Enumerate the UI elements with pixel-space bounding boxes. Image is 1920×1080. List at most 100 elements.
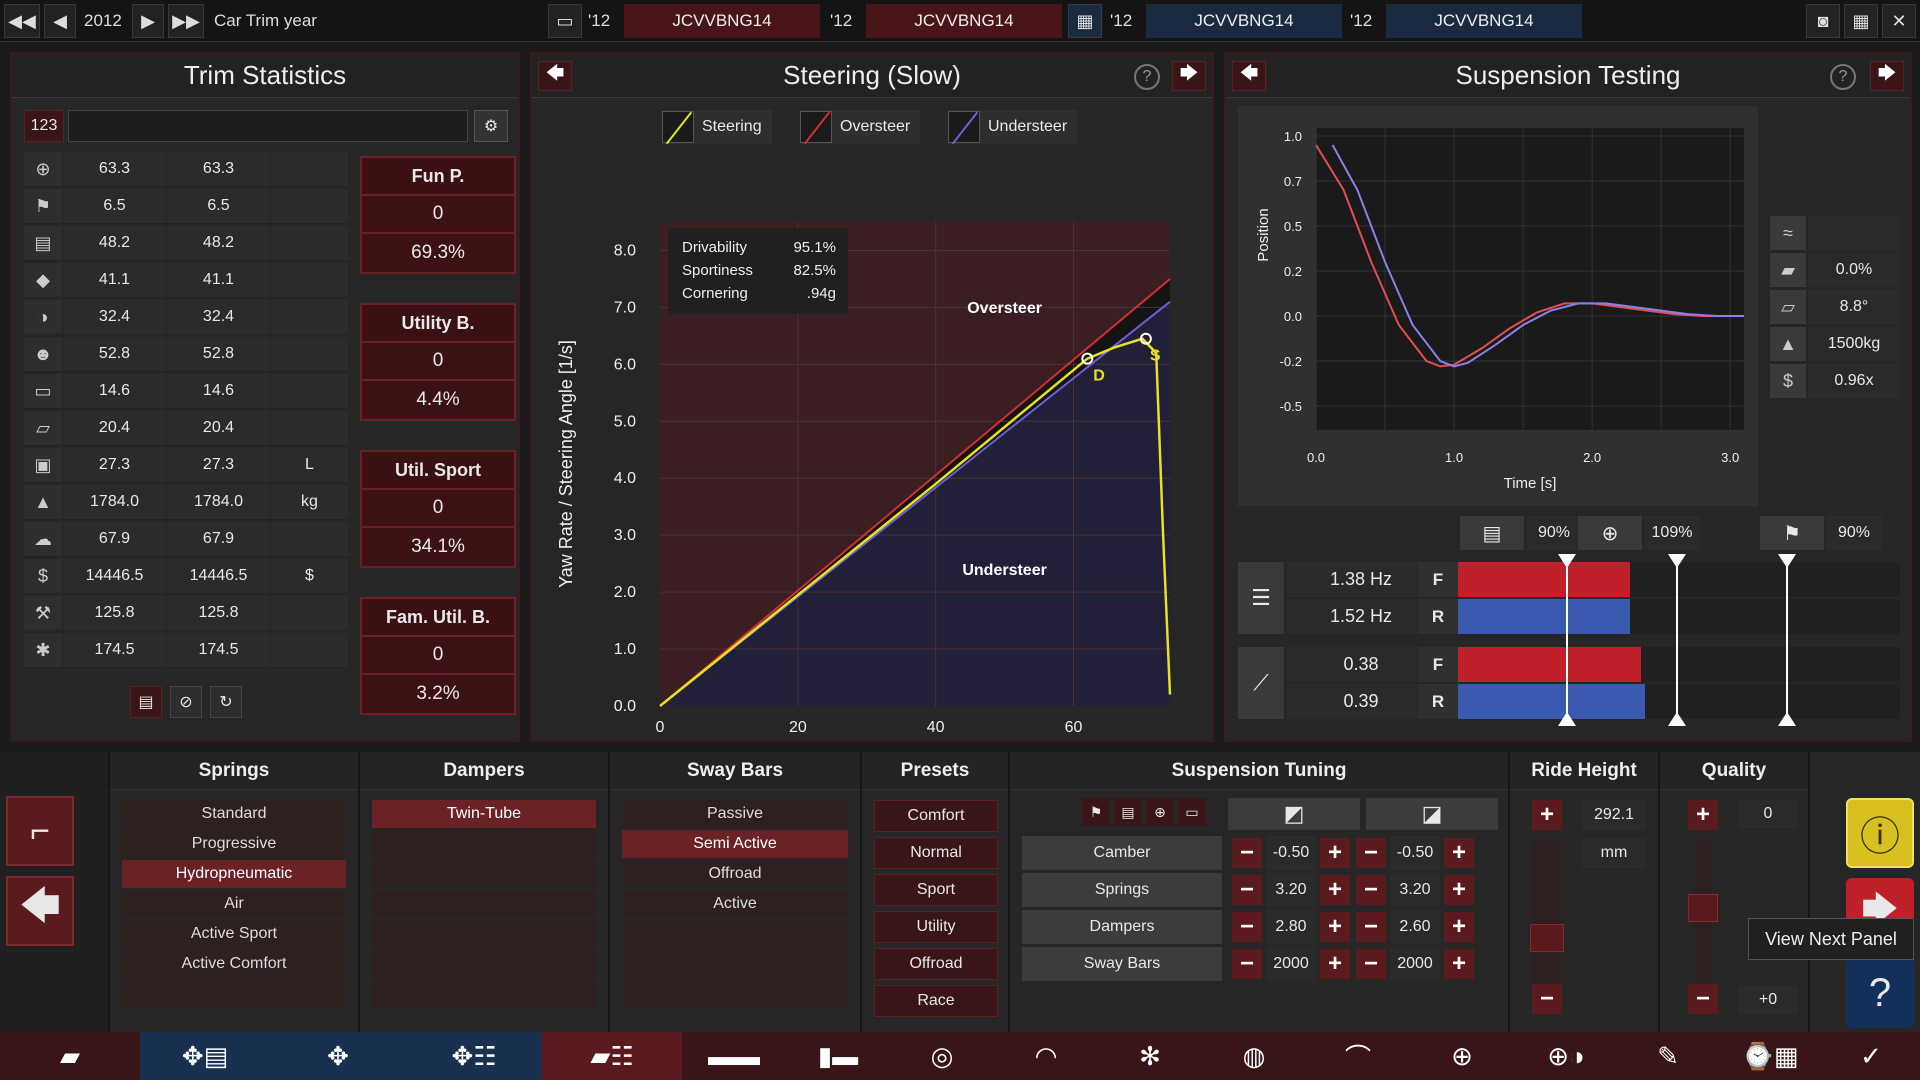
- rims-tab[interactable]: ✻: [1098, 1032, 1202, 1080]
- engine-icon[interactable]: ▦: [1068, 4, 1102, 38]
- rear-decrease-button[interactable]: −: [1356, 838, 1386, 868]
- safety-tab[interactable]: ⊕◑: [1514, 1032, 1618, 1080]
- springs-option[interactable]: Progressive: [122, 830, 346, 858]
- first-year-button[interactable]: ◀◀: [4, 4, 40, 38]
- suspension-geometry-icon[interactable]: ⌐: [6, 796, 74, 866]
- rear-increase-button[interactable]: +: [1444, 949, 1474, 979]
- front-increase-button[interactable]: +: [1320, 875, 1350, 905]
- preset-button[interactable]: Comfort: [874, 800, 998, 832]
- front-decrease-button[interactable]: −: [1232, 912, 1262, 942]
- next-panel-button[interactable]: 🡆: [1870, 61, 1904, 91]
- swaybars-option[interactable]: Offroad: [622, 860, 848, 888]
- dampers-option[interactable]: Twin-Tube: [372, 800, 596, 828]
- notes-icon[interactable]: ▤: [130, 686, 162, 718]
- ride-height-slider[interactable]: [1532, 838, 1562, 998]
- slot-code-3[interactable]: JCVVBNG14: [1146, 4, 1342, 38]
- rear-decrease-button[interactable]: −: [1356, 949, 1386, 979]
- springs-option[interactable]: Standard: [122, 800, 346, 828]
- help-icon[interactable]: ?: [1846, 958, 1914, 1028]
- rear-increase-button[interactable]: +: [1444, 838, 1474, 868]
- brakes-tab[interactable]: ◎: [890, 1032, 994, 1080]
- race-flag-icon[interactable]: ⚑: [1082, 798, 1110, 826]
- drivetrain-tab[interactable]: ▬▬: [682, 1032, 786, 1080]
- preset-button[interactable]: Race: [874, 985, 998, 1017]
- stat-unit: [270, 522, 348, 557]
- engine-tuning-tab[interactable]: ✥☷: [406, 1032, 542, 1080]
- front-decrease-button[interactable]: −: [1232, 838, 1262, 868]
- reset-icon[interactable]: ↻: [210, 686, 242, 718]
- aero-tab[interactable]: ⌒: [1306, 1032, 1410, 1080]
- gearbox-tab[interactable]: ▮▬: [786, 1032, 890, 1080]
- wheels-tab[interactable]: ◠: [994, 1032, 1098, 1080]
- market-card[interactable]: Fun P. 0 69.3%: [360, 156, 516, 274]
- filter-number-tag[interactable]: 123: [24, 110, 64, 142]
- back-arrow-icon[interactable]: 🡄: [6, 876, 74, 946]
- car-model-icon[interactable]: ▭: [548, 4, 582, 38]
- front-decrease-button[interactable]: −: [1232, 949, 1262, 979]
- prev-panel-button[interactable]: 🡄: [1232, 61, 1266, 91]
- front-increase-button[interactable]: +: [1320, 949, 1350, 979]
- ride-height-increase-button[interactable]: +: [1532, 800, 1562, 830]
- slot-code-2[interactable]: JCVVBNG14: [866, 4, 1062, 38]
- race-flag-icon[interactable]: ⚑: [1760, 516, 1824, 550]
- springs-option[interactable]: Active Sport: [122, 920, 346, 948]
- quality-increase-button[interactable]: +: [1688, 800, 1718, 830]
- next-panel-button[interactable]: 🡆: [1172, 61, 1206, 91]
- steering-wheel-icon[interactable]: ⊕: [1146, 798, 1174, 826]
- interior-tab[interactable]: ⊕: [1410, 1032, 1514, 1080]
- preset-button[interactable]: Sport: [874, 874, 998, 906]
- finish-tab[interactable]: ✓: [1822, 1032, 1920, 1080]
- swaybars-option[interactable]: Active: [622, 890, 848, 918]
- tyres-tab[interactable]: ◍: [1202, 1032, 1306, 1080]
- swaybars-option[interactable]: Semi Active: [622, 830, 848, 858]
- preset-button[interactable]: Normal: [874, 837, 998, 869]
- preset-button[interactable]: Utility: [874, 911, 998, 943]
- springs-option[interactable]: Active Comfort: [122, 950, 346, 978]
- prev-panel-button[interactable]: 🡄: [538, 61, 572, 91]
- front-decrease-button[interactable]: −: [1232, 875, 1262, 905]
- swaybars-option[interactable]: Passive: [622, 800, 848, 828]
- paint-tab[interactable]: ✎: [1618, 1032, 1718, 1080]
- front-increase-button[interactable]: +: [1320, 838, 1350, 868]
- car-body-tab[interactable]: ▰: [0, 1032, 140, 1080]
- rear-decrease-button[interactable]: −: [1356, 875, 1386, 905]
- seat-icon[interactable]: ▤: [1114, 798, 1142, 826]
- search-input[interactable]: [68, 110, 468, 142]
- quality-slider-handle[interactable]: [1688, 894, 1718, 922]
- next-year-button[interactable]: ▶: [132, 4, 164, 38]
- last-year-button[interactable]: ▶▶: [168, 4, 204, 38]
- ride-height-slider-handle[interactable]: [1530, 924, 1564, 952]
- car-filter-icon[interactable]: ⚙: [474, 110, 508, 142]
- engine-parts-tab[interactable]: ✥▤: [140, 1032, 270, 1080]
- calculator-icon[interactable]: ▦: [1844, 4, 1878, 38]
- steering-wheel-icon[interactable]: ⊕: [1578, 516, 1642, 550]
- market-card[interactable]: Util. Sport 0 34.1%: [360, 450, 516, 568]
- warning-icon[interactable]: ⓘ: [1846, 798, 1914, 868]
- springs-option[interactable]: Hydropneumatic: [122, 860, 346, 888]
- testing-tab[interactable]: ⌚▦: [1718, 1032, 1822, 1080]
- rear-increase-button[interactable]: +: [1444, 912, 1474, 942]
- engine-design-tab[interactable]: ✥: [270, 1032, 406, 1080]
- rear-decrease-button[interactable]: −: [1356, 912, 1386, 942]
- market-card[interactable]: Fam. Util. B. 0 3.2%: [360, 597, 516, 715]
- cargo-car-icon[interactable]: ▭: [1178, 798, 1206, 826]
- slot-code-1[interactable]: JCVVBNG14: [624, 4, 820, 38]
- prev-year-button[interactable]: ◀: [44, 4, 76, 38]
- car-pitch-icon: ▱: [1770, 290, 1806, 324]
- suspension-tab[interactable]: ▰☷: [542, 1032, 682, 1080]
- help-icon[interactable]: ?: [1830, 64, 1856, 90]
- seat-icon[interactable]: ▤: [1460, 516, 1524, 550]
- preset-button[interactable]: Offroad: [874, 948, 998, 980]
- front-increase-button[interactable]: +: [1320, 912, 1350, 942]
- market-card[interactable]: Utility B. 0 4.4%: [360, 303, 516, 421]
- camera-icon[interactable]: ◙: [1806, 4, 1840, 38]
- quality-column: Quality + 0 − +0: [1658, 752, 1808, 1032]
- close-icon[interactable]: ✕: [1882, 4, 1916, 38]
- slot-code-4[interactable]: JCVVBNG14: [1386, 4, 1582, 38]
- clear-icon[interactable]: ⊘: [170, 686, 202, 718]
- rear-increase-button[interactable]: +: [1444, 875, 1474, 905]
- help-icon[interactable]: ?: [1134, 64, 1160, 90]
- springs-option[interactable]: Air: [122, 890, 346, 918]
- ride-height-decrease-button[interactable]: −: [1532, 984, 1562, 1014]
- quality-decrease-button[interactable]: −: [1688, 984, 1718, 1014]
